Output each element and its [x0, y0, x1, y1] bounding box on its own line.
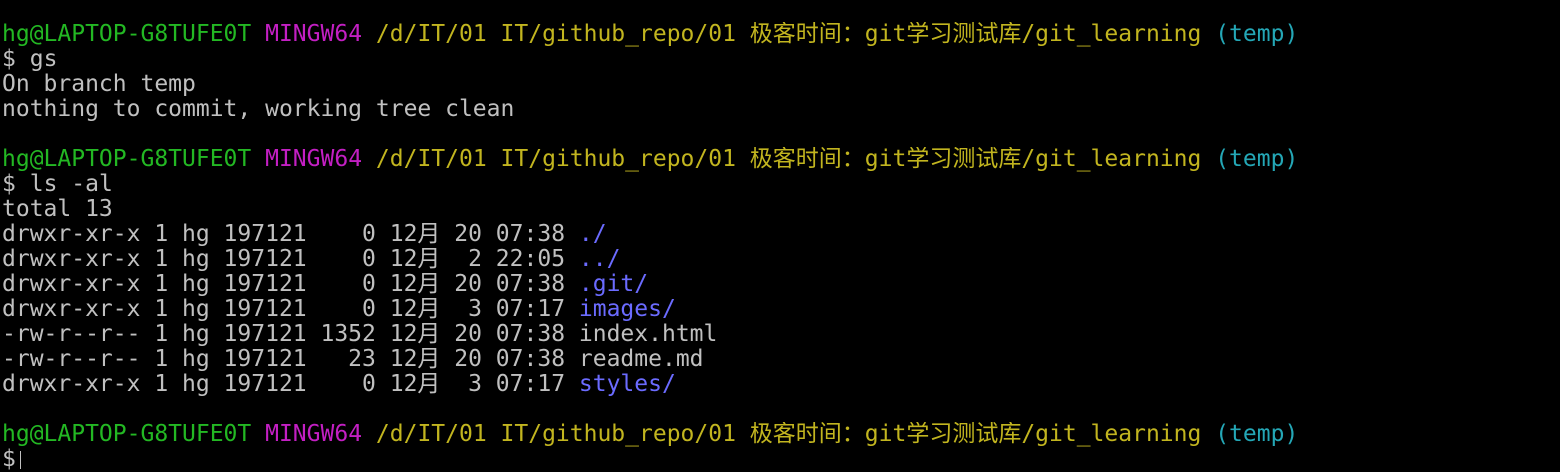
current-path: /d/IT/01 IT/github_repo/01 极客时间：git学习测试库…	[375, 147, 1202, 172]
file-listing-row: drwxr-xr-x 1 hg 197121 0 12月 3 07:17 sty…	[2, 372, 1558, 397]
command-line: $ ls -al	[2, 172, 1558, 197]
file-meta: -rw-r--r-- 1 hg 197121 23 12月 20 07:38	[2, 347, 579, 372]
prompt-line: hg@LAPTOP-G8TUFE0T MINGW64 /d/IT/01 IT/g…	[2, 422, 1558, 447]
file-meta: drwxr-xr-x 1 hg 197121 0 12月 3 07:17	[2, 372, 579, 397]
file-listing-row: drwxr-xr-x 1 hg 197121 0 12月 2 22:05 ../	[2, 247, 1558, 272]
file-listing-row: drwxr-xr-x 1 hg 197121 0 12月 3 07:17 ima…	[2, 297, 1558, 322]
file-name: .git/	[578, 272, 649, 297]
git-branch: (temp)	[1215, 22, 1299, 47]
user-host: hg@LAPTOP-G8TUFE0T	[2, 422, 252, 447]
file-name: styles/	[578, 372, 676, 397]
file-meta: drwxr-xr-x 1 hg 197121 0 12月 20 07:38	[2, 272, 579, 297]
file-meta: drwxr-xr-x 1 hg 197121 0 12月 2 22:05	[2, 247, 579, 272]
git-branch: (temp)	[1215, 147, 1299, 172]
system-name: MINGW64	[265, 422, 363, 447]
file-meta: -rw-r--r-- 1 hg 197121 1352 12月 20 07:38	[2, 322, 579, 347]
prompt-symbol: $	[2, 172, 16, 197]
command-text: gs	[29, 47, 58, 72]
file-meta: drwxr-xr-x 1 hg 197121 0 12月 3 07:17	[2, 297, 579, 322]
file-name: ./	[578, 222, 607, 247]
current-path: /d/IT/01 IT/github_repo/01 极客时间：git学习测试库…	[375, 422, 1202, 447]
command-line: $ gs	[2, 47, 1558, 72]
command-input-line[interactable]: $	[2, 447, 1558, 472]
system-name: MINGW64	[265, 22, 363, 47]
prompt-line: hg@LAPTOP-G8TUFE0T MINGW64 /d/IT/01 IT/g…	[2, 22, 1558, 47]
user-host: hg@LAPTOP-G8TUFE0T	[2, 22, 252, 47]
output-line: nothing to commit, working tree clean	[2, 97, 515, 122]
prompt-line: hg@LAPTOP-G8TUFE0T MINGW64 /d/IT/01 IT/g…	[2, 147, 1558, 172]
file-listing-row: drwxr-xr-x 1 hg 197121 0 12月 20 07:38 ./	[2, 222, 1558, 247]
current-path: /d/IT/01 IT/github_repo/01 极客时间：git学习测试库…	[375, 22, 1202, 47]
prompt-symbol: $	[2, 447, 16, 472]
file-listing-row: drwxr-xr-x 1 hg 197121 0 12月 20 07:38 .g…	[2, 272, 1558, 297]
git-branch: (temp)	[1215, 422, 1299, 447]
command-text: ls -al	[29, 172, 113, 197]
file-name: ../	[578, 247, 621, 272]
terminal-window[interactable]: hg@LAPTOP-G8TUFE0T MINGW64 /d/IT/01 IT/g…	[2, 22, 1558, 472]
file-listing-row: -rw-r--r-- 1 hg 197121 1352 12月 20 07:38…	[2, 322, 1558, 347]
file-name: readme.md	[578, 347, 704, 372]
file-listing-row: -rw-r--r-- 1 hg 197121 23 12月 20 07:38 r…	[2, 347, 1558, 372]
file-meta: drwxr-xr-x 1 hg 197121 0 12月 20 07:38	[2, 222, 579, 247]
total-line: total 13	[2, 197, 113, 222]
output-line: On branch temp	[2, 72, 196, 97]
prompt-symbol: $	[2, 47, 16, 72]
text-cursor[interactable]	[19, 451, 21, 469]
system-name: MINGW64	[265, 147, 363, 172]
file-name: index.html	[578, 322, 718, 347]
user-host: hg@LAPTOP-G8TUFE0T	[2, 147, 252, 172]
file-name: images/	[578, 297, 676, 322]
